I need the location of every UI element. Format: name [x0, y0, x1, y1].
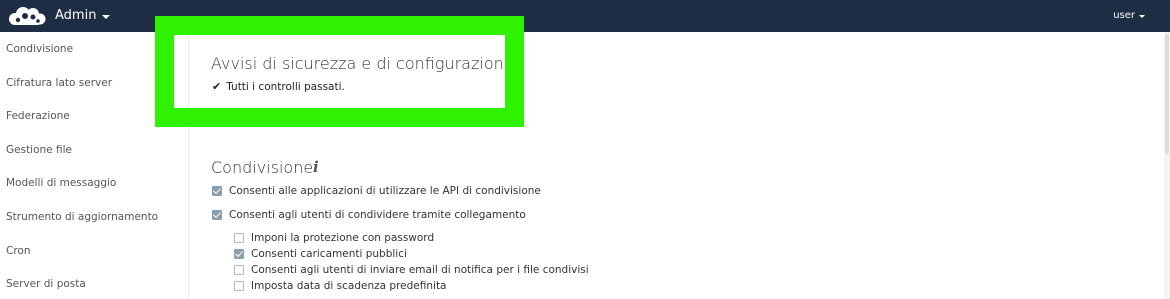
option-label: Imponi la protezione con password: [251, 232, 435, 244]
option-enforce-password[interactable]: Imponi la protezione con password: [234, 232, 434, 244]
checkbox-unchecked[interactable]: [234, 233, 244, 243]
option-link-sharing[interactable]: Consenti agli utenti di condividere tram…: [212, 209, 526, 221]
option-default-expiration[interactable]: Imposta data di scadenza predefinita: [234, 280, 447, 292]
app-menu-label: Admin: [55, 8, 97, 23]
sidebar-item-server-posta[interactable]: Server di posta: [6, 278, 86, 290]
option-public-uploads[interactable]: Consenti caricamenti pubblici: [234, 248, 407, 260]
sharing-section-title: Condivisione: [211, 158, 314, 177]
option-label: Consenti caricamenti pubblici: [251, 248, 407, 260]
sidebar-item-cifratura[interactable]: Cifratura lato server: [6, 77, 112, 89]
option-mail-notification[interactable]: Consenti agli utenti di inviare email di…: [234, 264, 589, 276]
caret-down-icon: [102, 14, 111, 19]
option-label: Imposta data di scadenza predefinita: [251, 280, 447, 292]
checkbox-checked[interactable]: [212, 210, 222, 220]
user-menu-label: user: [1113, 10, 1135, 21]
user-menu-button[interactable]: user: [1113, 10, 1145, 21]
checkbox-unchecked[interactable]: [234, 265, 244, 275]
sidebar-item-cron[interactable]: Cron: [6, 245, 31, 257]
option-label: Consenti alle applicazioni di utilizzare…: [229, 185, 541, 197]
highlight-annotation-box: [155, 16, 524, 127]
option-api-sharing[interactable]: Consenti alle applicazioni di utilizzare…: [212, 185, 541, 197]
app-menu-button[interactable]: Admin: [55, 8, 111, 23]
owncloud-cloud-logo-icon[interactable]: [6, 5, 48, 27]
page-scrollbar[interactable]: [1164, 32, 1170, 299]
checkbox-checked[interactable]: [234, 249, 244, 259]
sidebar-item-condivisione[interactable]: Condivisione: [6, 43, 73, 55]
scrollbar-thumb[interactable]: [1165, 34, 1169, 154]
sidebar-item-federazione[interactable]: Federazione: [6, 110, 70, 122]
checkbox-unchecked[interactable]: [234, 281, 244, 291]
caret-down-icon: [1139, 15, 1145, 18]
sidebar-item-modelli-messaggio[interactable]: Modelli di messaggio: [6, 177, 116, 189]
option-label: Consenti agli utenti di inviare email di…: [251, 264, 589, 276]
info-icon[interactable]: i: [313, 158, 319, 176]
option-label: Consenti agli utenti di condividere tram…: [229, 209, 526, 221]
checkbox-checked[interactable]: [212, 186, 222, 196]
sidebar-item-strumento-aggiornamento[interactable]: Strumento di aggiornamento: [6, 211, 158, 223]
sidebar-item-gestione-file[interactable]: Gestione file: [6, 144, 72, 156]
